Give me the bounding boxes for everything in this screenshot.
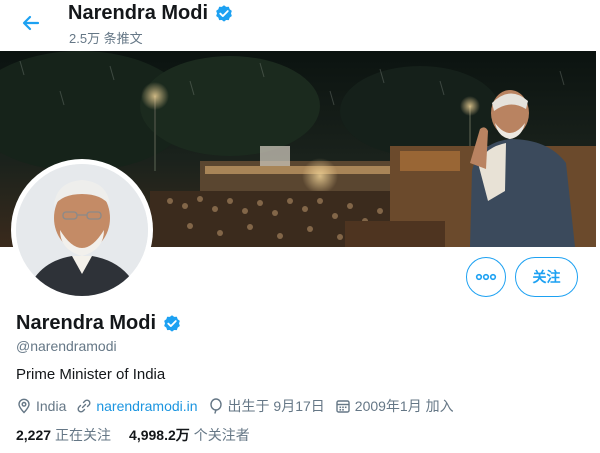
more-icon xyxy=(475,273,497,281)
tweet-count: 2.5万 条推文 xyxy=(69,31,143,46)
verified-badge-icon xyxy=(216,4,232,22)
location-item: India xyxy=(16,398,66,414)
birthday-item: 出生于 9月17日 xyxy=(208,396,325,416)
header-name: Narendra Modi xyxy=(68,2,209,24)
profile-display-name: Narendra Modi xyxy=(16,312,157,334)
balloon-icon xyxy=(209,398,222,414)
avatar-image xyxy=(16,164,148,296)
birthday-text: 出生于 9月17日 xyxy=(227,398,325,414)
profile-meta: India narendramodi.in 出生于 9月17日 2009年1月 … xyxy=(16,396,464,416)
avatar-image-frame xyxy=(16,164,148,296)
website-item[interactable]: narendramodi.in xyxy=(76,398,198,414)
followers-label: 个关注者 xyxy=(193,427,250,443)
profile-name: Narendra Modi xyxy=(16,312,182,335)
header-title: Narendra Modi xyxy=(68,2,234,25)
profile-bio: Prime Minister of India xyxy=(16,366,166,383)
website-link[interactable]: narendramodi.in xyxy=(96,398,197,414)
joined-item: 2009年1月 加入 xyxy=(335,396,454,416)
profile-stats: 2,227 正在关注 4,998.2万 个关注者 xyxy=(16,425,250,445)
link-icon xyxy=(77,399,91,413)
profile-avatar[interactable] xyxy=(11,159,153,301)
back-arrow-icon xyxy=(22,15,40,31)
more-options-button[interactable] xyxy=(466,257,506,297)
joined-text: 2009年1月 加入 xyxy=(354,398,454,414)
location-text: India xyxy=(36,398,67,414)
following-label: 正在关注 xyxy=(55,427,112,443)
following-stat[interactable]: 2,227 正在关注 xyxy=(16,425,111,445)
followers-count: 4,998.2万 xyxy=(129,427,190,443)
calendar-icon xyxy=(336,400,350,413)
location-pin-icon xyxy=(18,398,30,414)
profile-header: Narendra Modi 2.5万 条推文 xyxy=(0,0,600,50)
followers-stat[interactable]: 4,998.2万 个关注者 xyxy=(129,425,250,445)
follow-button[interactable]: 关注 xyxy=(515,257,578,297)
profile-handle: @narendramodi xyxy=(16,338,117,354)
verified-badge-icon xyxy=(164,314,180,332)
back-button[interactable] xyxy=(18,10,44,36)
following-count: 2,227 xyxy=(16,427,52,443)
